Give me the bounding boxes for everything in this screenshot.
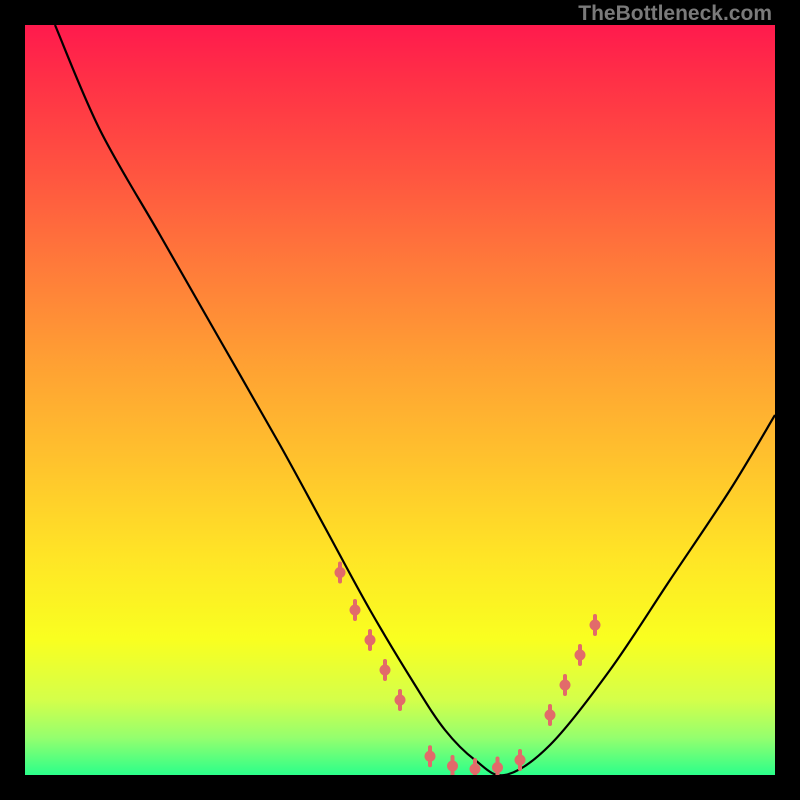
chart-frame: TheBottleneck.com xyxy=(0,0,800,800)
marker-dot xyxy=(590,620,601,631)
marker-dot xyxy=(350,605,361,616)
plot-area xyxy=(25,25,775,775)
marker-dot xyxy=(515,755,526,766)
trend-markers xyxy=(335,564,601,776)
marker-dot xyxy=(335,567,346,578)
marker-dot xyxy=(447,761,458,772)
marker-dot xyxy=(575,650,586,661)
chart-svg xyxy=(25,25,775,775)
marker-dot xyxy=(560,680,571,691)
marker-dot xyxy=(395,695,406,706)
marker-dot xyxy=(492,762,503,773)
bottleneck-curve xyxy=(55,25,775,775)
marker-dot xyxy=(470,764,481,775)
marker-dot xyxy=(380,665,391,676)
marker-dot xyxy=(365,635,376,646)
marker-dot xyxy=(545,710,556,721)
marker-dot xyxy=(425,751,436,762)
watermark-text: TheBottleneck.com xyxy=(578,2,772,26)
